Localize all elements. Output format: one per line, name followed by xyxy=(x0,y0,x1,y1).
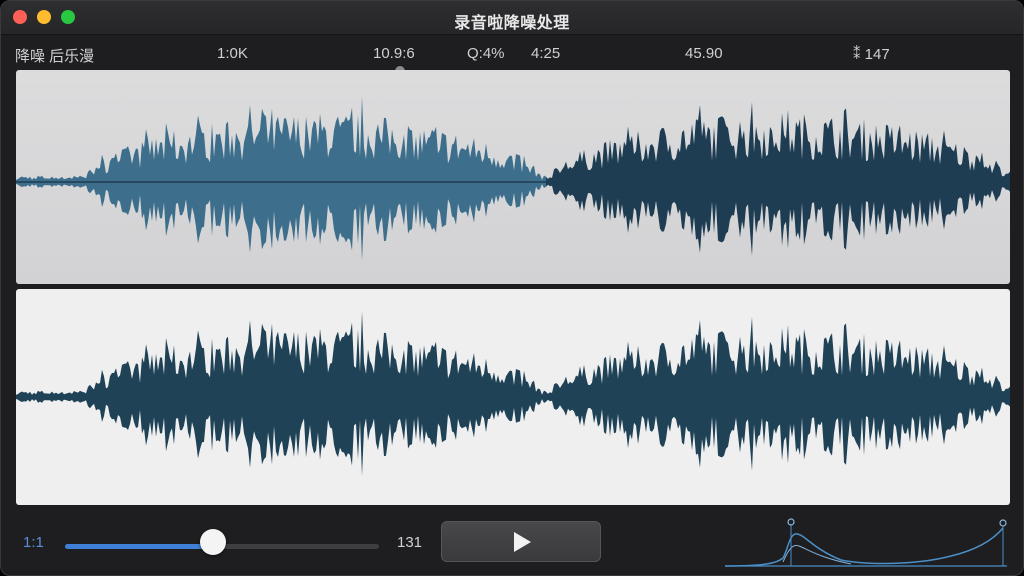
window-title: 录音啦降噪处理 xyxy=(454,15,570,32)
original-waveform-panel[interactable] xyxy=(16,70,1010,284)
noise-reduction-label: 降噪 后乐漫 xyxy=(15,48,95,65)
original-waveform[interactable] xyxy=(16,70,1010,284)
play-button[interactable] xyxy=(441,521,601,562)
processed-waveform[interactable] xyxy=(16,289,1010,505)
toolbar-value-5: 45.90 xyxy=(685,45,723,62)
app-window: 录音啦降噪处理 降噪 后乐漫 1:0K 10.9:6 Q:4% 4:25 45.… xyxy=(0,0,1024,576)
waveform-segment xyxy=(16,311,546,476)
frequency-curve-graph[interactable] xyxy=(721,514,1011,572)
toolbar-value-4: 4:25 xyxy=(531,45,561,62)
position-slider-fill xyxy=(65,544,213,549)
info-toolbar: 降噪 后乐漫 1:0K 10.9:6 Q:4% 4:25 45.90 ⁑ 147 xyxy=(1,35,1023,76)
slider-min-label: 1:1 xyxy=(23,534,44,551)
playback-controls: 1:1 131 xyxy=(1,506,1023,575)
slider-max-label: 131 xyxy=(397,534,423,551)
curve-secondary-line xyxy=(782,545,852,565)
toolbar-value-6: ⁑ 147 xyxy=(853,46,890,63)
waveform-segment xyxy=(546,316,1010,471)
play-icon xyxy=(514,532,531,552)
toolbar-value-2: 10.9:6 xyxy=(373,45,415,62)
position-slider-thumb[interactable] xyxy=(199,529,226,555)
curve-handle-right-knob[interactable] xyxy=(999,519,1007,527)
toolbar-value-1: 1:0K xyxy=(217,45,248,62)
curve-line xyxy=(724,527,1004,567)
title-bar: 录音啦降噪处理 xyxy=(1,1,1023,35)
waveform-segment xyxy=(546,101,1010,256)
processed-waveform-panel[interactable] xyxy=(16,289,1010,505)
toolbar-value-3: Q:4% xyxy=(467,45,505,62)
waveform-segment xyxy=(16,96,546,261)
